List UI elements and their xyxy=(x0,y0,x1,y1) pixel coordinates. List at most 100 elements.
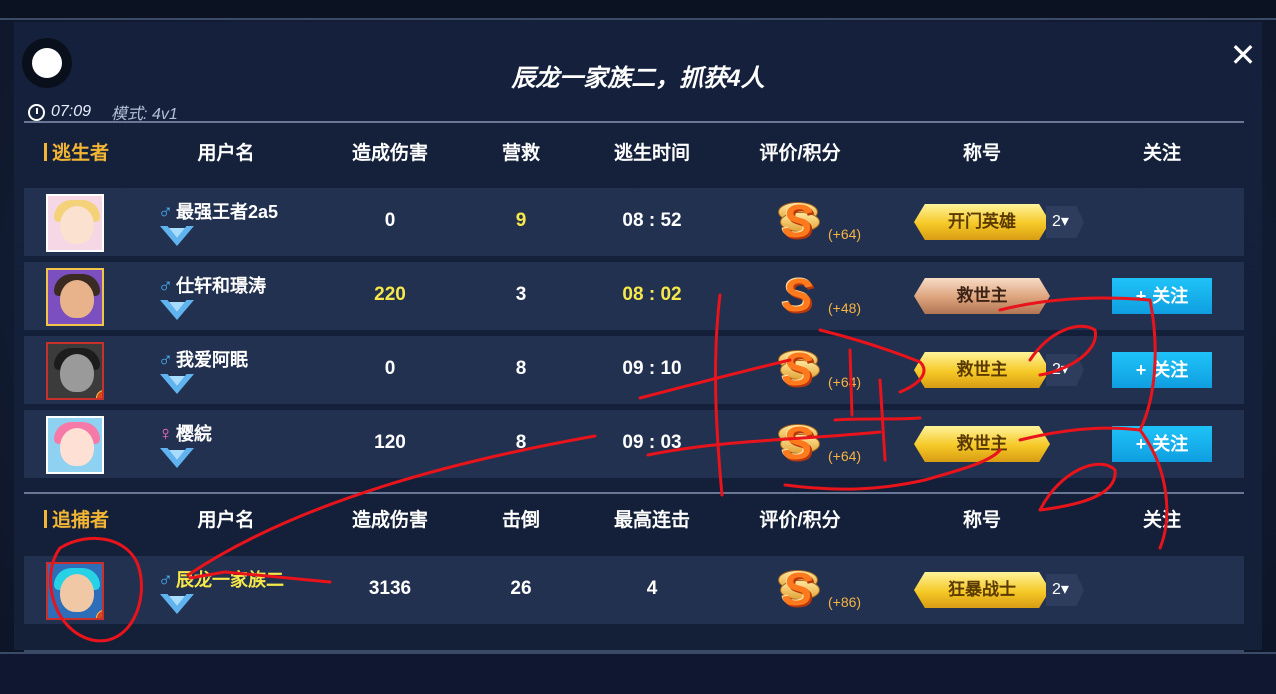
escape-time-value: 09 : 10 xyxy=(622,358,682,379)
player-name: ♂ 我爱阿眠 xyxy=(158,346,248,372)
player-name-text: 樱綄 xyxy=(176,424,212,444)
rescue-value: 8 xyxy=(515,358,527,379)
rating: S (+64) xyxy=(776,196,876,248)
result-title: 辰龙一家族二，抓获4人 xyxy=(511,65,765,92)
player-name: ♂ 最强王者2a5 xyxy=(158,198,278,224)
avatar-badge: 1 xyxy=(96,390,102,398)
survivor-row: ♂ 仕轩和璟涛 220 3 08 : 02 S (+48) 救世主 + 关注 xyxy=(24,262,1244,330)
male-symbol-icon: ♂ xyxy=(158,275,173,297)
rank-wings-icon xyxy=(160,448,194,472)
escape-time-value: 08 : 02 xyxy=(622,284,682,305)
survivor-role-label: 逃生者 xyxy=(44,138,109,165)
s-grade-coin-icon: S xyxy=(776,418,828,468)
follow-button[interactable]: + 关注 xyxy=(1112,278,1212,314)
plus-icon: + xyxy=(1135,286,1147,306)
follow-button[interactable]: + 关注 xyxy=(1112,426,1212,462)
rank-wings-icon xyxy=(160,226,194,250)
title-badge[interactable]: 狂暴战士 xyxy=(914,572,1050,608)
rating: S (+64) xyxy=(776,344,876,396)
player-name-text: 最强王者2a5 xyxy=(176,202,279,222)
male-symbol-icon: ♂ xyxy=(158,349,173,371)
survivor-row: ♂ 最强王者2a5 0 9 08 : 52 S (+64) 开门英雄 2▾ xyxy=(24,188,1244,256)
hunter-header: 追捕者 用户名 造成伤害 击倒 最高连击 评价/积分 称号 关注 xyxy=(0,505,1276,535)
col-rating: 评价/积分 xyxy=(759,143,841,164)
col-title: 称号 xyxy=(962,143,1002,164)
rank-wings-icon xyxy=(160,594,194,618)
col-username: 用户名 xyxy=(197,510,255,531)
divider-middle xyxy=(24,492,1244,494)
grade-letter: S xyxy=(782,343,813,395)
rescue-value: 9 xyxy=(515,210,527,231)
damage-value: 0 xyxy=(384,358,396,379)
grade-letter: S xyxy=(782,195,813,247)
male-symbol-icon: ♂ xyxy=(158,201,173,223)
grade-letter: S xyxy=(782,563,813,615)
grade-letter: S xyxy=(782,269,813,321)
title-badge[interactable]: 救世主 xyxy=(914,352,1050,388)
points-value: (+48) xyxy=(828,300,862,316)
divider-top xyxy=(24,121,1244,123)
clock-icon xyxy=(28,103,45,121)
survivor-row: ♀ 樱綄 120 8 09 : 03 S (+64) 救世主 + 关注 xyxy=(24,410,1244,478)
avatar[interactable]: 1 xyxy=(46,342,104,400)
avatar[interactable] xyxy=(46,416,104,474)
rating: S (+64) xyxy=(776,418,876,470)
s-grade-coin-icon: S xyxy=(776,564,828,614)
col-username: 用户名 xyxy=(197,143,255,164)
col-damage: 造成伤害 xyxy=(351,143,429,164)
damage-value: 120 xyxy=(374,432,406,453)
avatar[interactable] xyxy=(46,194,104,252)
follow-label: 关注 xyxy=(1152,434,1189,454)
avatar-badge: 2 xyxy=(96,610,102,618)
damage-value: 3136 xyxy=(368,578,412,599)
player-name-text: 辰龙一家族二 xyxy=(176,570,284,590)
points-value: (+86) xyxy=(828,594,862,610)
hunter-role-label: 追捕者 xyxy=(44,505,109,532)
rescue-value: 8 xyxy=(515,432,527,453)
avatar[interactable]: 2 xyxy=(46,562,104,620)
male-symbol-icon: ♂ xyxy=(158,569,173,591)
player-name-text: 仕轩和璟涛 xyxy=(176,276,266,296)
col-title: 称号 xyxy=(962,510,1002,531)
title-badge[interactable]: 救世主 xyxy=(914,426,1050,462)
col-knockdowns: 击倒 xyxy=(501,510,541,531)
col-follow: 关注 xyxy=(1142,510,1182,531)
col-max-combo: 最高连击 xyxy=(613,510,691,531)
title-level-dropdown[interactable]: 2▾ xyxy=(1046,354,1084,386)
female-symbol-icon: ♀ xyxy=(158,423,173,445)
top-frame xyxy=(0,0,1276,20)
points-value: (+64) xyxy=(828,226,862,242)
damage-value: 220 xyxy=(374,284,406,305)
hunter-row: 2 ♂辰龙一家族二 3136 26 4 S (+86) 狂暴战士 2▾ xyxy=(24,556,1244,624)
match-time: 07:09 xyxy=(51,103,92,120)
s-grade-coin-icon: S xyxy=(776,270,828,320)
escape-time-value: 09 : 03 xyxy=(622,432,682,453)
title-level-dropdown[interactable]: 2▾ xyxy=(1046,574,1084,606)
s-grade-coin-icon: S xyxy=(776,344,828,394)
title-level-value: 2 xyxy=(1052,361,1061,378)
rescue-value: 3 xyxy=(515,284,527,305)
survivor-header: 逃生者 用户名 造成伤害 营救 逃生时间 评价/积分 称号 关注 xyxy=(0,138,1276,168)
knockdown-value: 26 xyxy=(510,578,532,599)
s-grade-coin-icon: S xyxy=(776,196,828,246)
plus-icon: + xyxy=(1135,360,1147,380)
col-damage: 造成伤害 xyxy=(351,510,429,531)
title-badge[interactable]: 开门英雄 xyxy=(914,204,1050,240)
title-badge[interactable]: 救世主 xyxy=(914,278,1050,314)
col-rescue: 营救 xyxy=(501,143,541,164)
title-level-dropdown[interactable]: 2▾ xyxy=(1046,206,1084,238)
damage-value: 0 xyxy=(384,210,396,231)
escape-time-value: 08 : 52 xyxy=(622,210,682,231)
follow-label: 关注 xyxy=(1152,286,1189,306)
plus-icon: + xyxy=(1135,434,1147,454)
col-follow: 关注 xyxy=(1142,143,1182,164)
player-name: ♀ 樱綄 xyxy=(158,420,212,446)
avatar[interactable] xyxy=(46,268,104,326)
follow-button[interactable]: + 关注 xyxy=(1112,352,1212,388)
grade-letter: S xyxy=(782,417,813,469)
player-name: ♂ 辰龙一家族二 xyxy=(158,566,284,592)
player-name: ♂ 仕轩和璟涛 xyxy=(158,272,266,298)
title-level-value: 2 xyxy=(1052,581,1061,598)
col-escape-time: 逃生时间 xyxy=(613,143,691,164)
player-name-text: 我爱阿眠 xyxy=(176,350,248,370)
